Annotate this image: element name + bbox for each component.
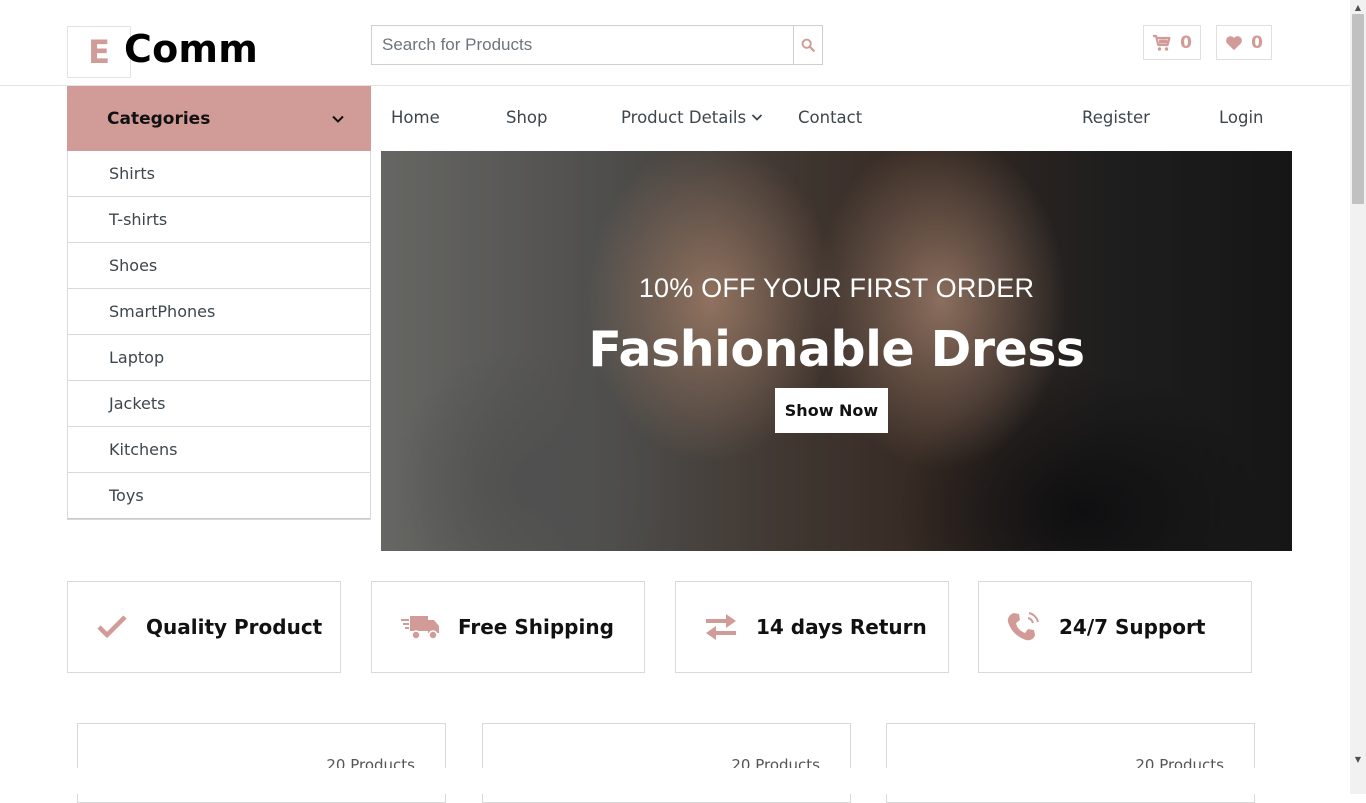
hero-title: Fashionable Dress [588, 321, 1085, 378]
logo-text[interactable]: Comm [124, 27, 258, 71]
category-item-toys[interactable]: Toys [68, 473, 370, 519]
search-bar [371, 25, 823, 65]
feature-quality-product: Quality Product [67, 581, 341, 673]
scrollbar-thumb[interactable] [1352, 14, 1364, 204]
nav-register[interactable]: Register [1082, 108, 1150, 127]
cart-count: 0 [1180, 32, 1192, 53]
feature-label: 24/7 Support [1059, 615, 1206, 639]
nav-login[interactable]: Login [1219, 108, 1264, 127]
category-item-shoes[interactable]: Shoes [68, 243, 370, 289]
category-item-laptop[interactable]: Laptop [68, 335, 370, 381]
search-button[interactable] [793, 26, 822, 64]
nav-home[interactable]: Home [391, 108, 440, 127]
feature-label: Quality Product [146, 615, 323, 639]
chevron-down-icon [332, 115, 344, 123]
category-item-t-shirts[interactable]: T-shirts [68, 197, 370, 243]
category-item-kitchens[interactable]: Kitchens [68, 427, 370, 473]
logo-letter: E [88, 33, 110, 71]
phone-icon [1007, 612, 1039, 641]
viewport-edge [0, 768, 1350, 794]
categories-list: Shirts T-shirts Shoes SmartPhones Laptop… [67, 151, 371, 520]
category-item-jackets[interactable]: Jackets [68, 381, 370, 427]
categories-title: Categories [107, 108, 211, 129]
wishlist-count: 0 [1251, 32, 1263, 53]
truck-icon [401, 616, 439, 640]
exchange-icon [706, 614, 736, 640]
category-item-shirts[interactable]: Shirts [68, 151, 370, 197]
shop-now-button[interactable]: Show Now [775, 388, 888, 433]
feature-label: 14 days Return [756, 615, 927, 639]
search-input[interactable] [372, 26, 793, 64]
check-icon [97, 615, 127, 639]
hero-banner: 10% OFF YOUR FIRST ORDER Fashionable Dre… [381, 151, 1292, 551]
nav-product-details-label: Product Details [621, 108, 747, 127]
nav-shop[interactable]: Shop [506, 108, 548, 127]
chevron-down-icon [751, 114, 763, 121]
cart-icon [1153, 34, 1171, 51]
scroll-up-arrow[interactable]: ▲ [1350, 0, 1366, 14]
feature-24-7-support: 24/7 Support [978, 581, 1252, 673]
hero-subtitle: 10% OFF YOUR FIRST ORDER [638, 273, 1035, 303]
nav-contact[interactable]: Contact [798, 108, 862, 127]
categories-toggle[interactable]: Categories [67, 86, 371, 151]
logo-badge[interactable]: E [67, 26, 131, 78]
feature-free-shipping: Free Shipping [371, 581, 645, 673]
feature-14-days-return: 14 days Return [675, 581, 949, 673]
search-icon [801, 38, 815, 52]
category-item-smartphones[interactable]: SmartPhones [68, 289, 370, 335]
heart-icon [1226, 35, 1242, 50]
scroll-down-arrow[interactable]: ▼ [1350, 752, 1366, 766]
wishlist-button[interactable]: 0 [1216, 25, 1272, 60]
feature-label: Free Shipping [458, 615, 614, 639]
nav-product-details[interactable]: Product Details [621, 108, 763, 127]
cart-button[interactable]: 0 [1143, 25, 1201, 60]
